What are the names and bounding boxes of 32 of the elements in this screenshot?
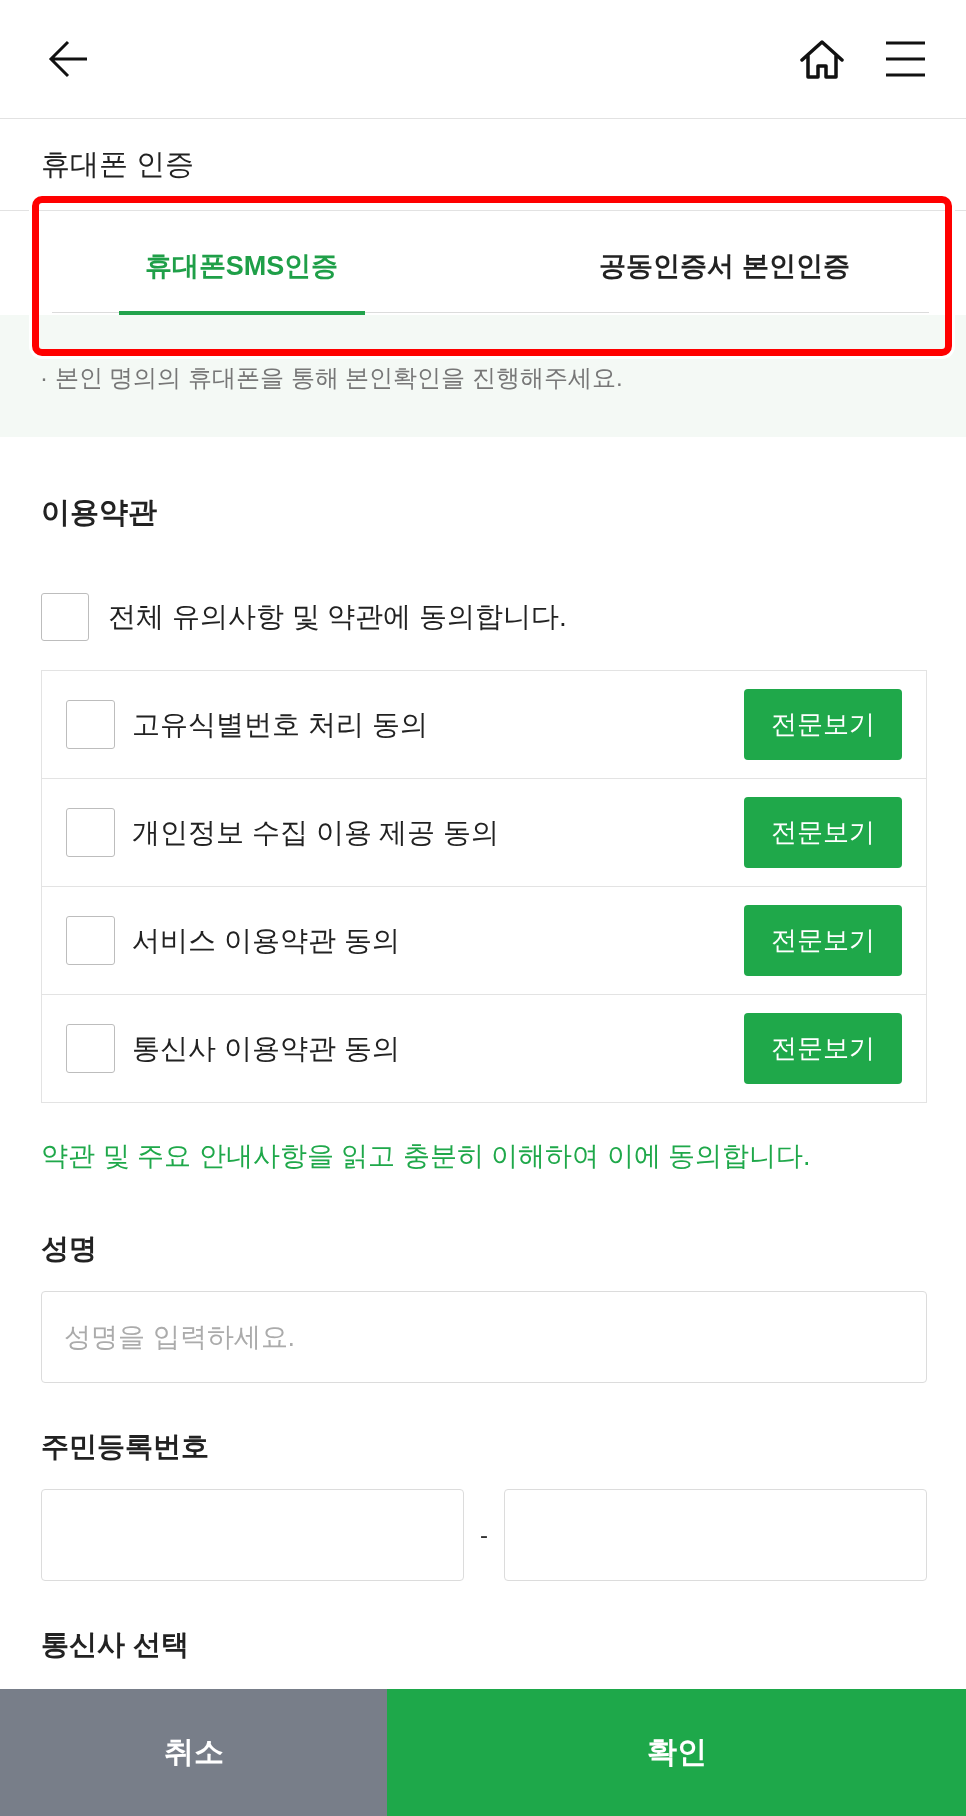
agree-all-label: 전체 유의사항 및 약관에 동의합니다. <box>108 600 567 634</box>
input-field[interactable]: 성명을 입력하세요. <box>41 1291 927 1383</box>
confirm-button[interactable]: 확인 <box>387 1689 966 1816</box>
notice-text: · 본인 명의의 휴대폰을 통해 본인확인을 진행해주세요. <box>40 364 623 391</box>
field-label: 주민등록번호 <box>41 1430 210 1464</box>
tab[interactable]: 공동인증서 본인인증 <box>483 211 966 315</box>
checkbox[interactable] <box>66 808 115 857</box>
view-full-button[interactable]: 전문보기 <box>744 1013 902 1084</box>
dash-separator: - <box>480 1521 488 1549</box>
field-label: 통신사 선택 <box>41 1628 190 1662</box>
home-icon[interactable] <box>800 39 844 79</box>
term-label: 고유식별번호 처리 동의 <box>132 707 429 742</box>
term-label: 개인정보 수집 이용 제공 동의 <box>132 815 501 850</box>
consent-text: 약관 및 주요 안내사항을 읽고 충분히 이해하여 이에 동의합니다. <box>41 1140 812 1173</box>
term-label: 통신사 이용약관 동의 <box>132 1031 401 1066</box>
page-title: 휴대폰 인증 <box>41 146 195 182</box>
field-label: 성명 <box>41 1232 98 1266</box>
checkbox[interactable] <box>66 700 115 749</box>
input-field[interactable] <box>504 1489 927 1581</box>
view-full-button[interactable]: 전문보기 <box>744 689 902 760</box>
menu-icon[interactable] <box>886 41 925 77</box>
cancel-button[interactable]: 취소 <box>0 1689 387 1816</box>
input-field[interactable] <box>41 1489 464 1581</box>
checkbox[interactable] <box>66 916 115 965</box>
back-arrow-icon[interactable] <box>48 40 88 78</box>
term-label: 서비스 이용약관 동의 <box>132 923 401 958</box>
checkbox[interactable] <box>41 593 89 641</box>
tab[interactable]: 휴대폰SMS인증 <box>0 211 483 315</box>
view-full-button[interactable]: 전문보기 <box>744 797 902 868</box>
view-full-button[interactable]: 전문보기 <box>744 905 902 976</box>
section-heading: 이용약관 <box>41 495 158 530</box>
checkbox[interactable] <box>66 1024 115 1073</box>
